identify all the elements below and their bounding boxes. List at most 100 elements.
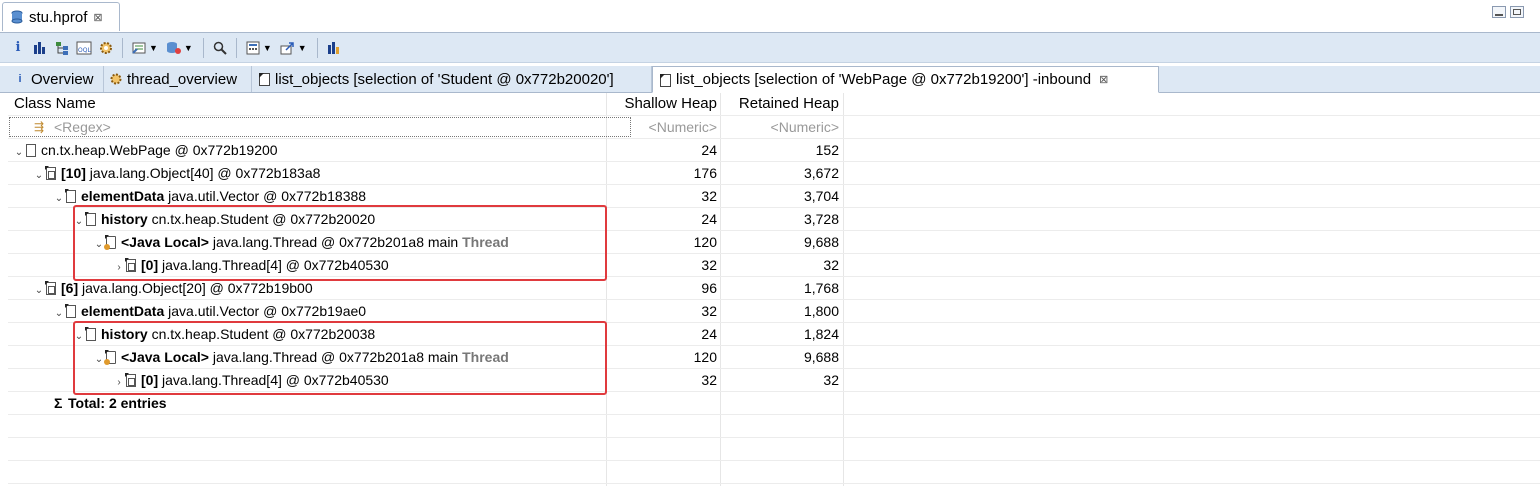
regex-filter-input[interactable]: ⇶ <Regex> bbox=[8, 116, 632, 138]
chevron-down-icon[interactable]: ▼ bbox=[149, 43, 158, 53]
row-prefix: elementData bbox=[81, 188, 165, 204]
row-name: java.util.Vector @ 0x772b19ae0 bbox=[164, 303, 367, 319]
svg-text:OQL: OQL bbox=[78, 47, 91, 54]
objects-tree-table: Class Name Shallow Heap Retained Heap ⇶ … bbox=[8, 93, 1540, 486]
gear-icon bbox=[110, 73, 122, 85]
row-name: java.lang.Object[20] @ 0x772b19b00 bbox=[78, 280, 313, 296]
filter-icon: ⇶ bbox=[34, 120, 45, 134]
retained-value: 9,688 bbox=[803, 234, 839, 250]
empty-row bbox=[8, 438, 1540, 461]
list-objects-icon bbox=[258, 73, 270, 86]
retained-value: 3,704 bbox=[803, 188, 839, 204]
thread-gear-icon[interactable] bbox=[96, 38, 116, 58]
regex-placeholder: <Regex> bbox=[54, 119, 111, 135]
editor-tab-stu-hprof[interactable]: stu.hprof ⊠ bbox=[2, 2, 120, 31]
table-row[interactable]: ⌄ elementData java.util.Vector @ 0x772b19… bbox=[8, 300, 1540, 323]
retained-value: 152 bbox=[815, 142, 839, 158]
chevron-down-icon[interactable]: ▼ bbox=[184, 43, 193, 53]
expand-toggle[interactable]: ⌄ bbox=[12, 142, 26, 161]
toolbar-separator bbox=[235, 37, 237, 58]
shallow-value: 32 bbox=[701, 257, 717, 273]
dominator-tree-icon[interactable] bbox=[52, 38, 72, 58]
retained-value: 1,824 bbox=[803, 326, 839, 342]
header-class-name[interactable]: Class Name bbox=[8, 93, 612, 115]
retained-value: 32 bbox=[823, 372, 839, 388]
row-name: java.util.Vector @ 0x772b18388 bbox=[164, 188, 367, 204]
expand-toggle[interactable]: ⌄ bbox=[32, 165, 46, 184]
shallow-filter-input[interactable]: <Numeric> bbox=[607, 116, 717, 138]
object-icon bbox=[65, 304, 76, 318]
shallow-value: 120 bbox=[693, 234, 717, 250]
array-icon bbox=[45, 166, 56, 180]
result-tab-bar: i Overview thread_overview list_objects … bbox=[0, 66, 1540, 93]
info-icon: i bbox=[18, 73, 22, 85]
table-header: Class Name Shallow Heap Retained Heap bbox=[8, 93, 1540, 116]
query-browser-icon[interactable] bbox=[129, 38, 149, 58]
shallow-value: 96 bbox=[701, 280, 717, 296]
empty-row bbox=[8, 461, 1540, 484]
info-icon[interactable]: i bbox=[8, 38, 28, 58]
header-retained-heap[interactable]: Retained Heap bbox=[721, 93, 839, 115]
expand-toggle[interactable]: ⌄ bbox=[52, 303, 66, 322]
shallow-value: 176 bbox=[693, 165, 717, 181]
shallow-value: 120 bbox=[693, 349, 717, 365]
empty-row bbox=[8, 415, 1540, 438]
tab-label: list_objects [selection of 'WebPage @ 0x… bbox=[676, 71, 1092, 88]
tab-overview[interactable]: i Overview bbox=[8, 66, 104, 92]
search-icon[interactable] bbox=[210, 38, 230, 58]
retained-value: 32 bbox=[823, 257, 839, 273]
toolbar-separator bbox=[202, 37, 204, 58]
chevron-down-icon[interactable]: ▼ bbox=[298, 43, 307, 53]
histogram-icon[interactable] bbox=[30, 38, 50, 58]
row-prefix: elementData bbox=[81, 303, 165, 319]
expand-toggle[interactable]: ⌄ bbox=[32, 280, 46, 299]
retained-value: 1,768 bbox=[803, 280, 839, 296]
header-shallow-heap[interactable]: Shallow Heap bbox=[607, 93, 717, 115]
heap-dump-icon[interactable] bbox=[164, 38, 184, 58]
oql-icon[interactable]: OQL bbox=[74, 38, 94, 58]
expand-toggle[interactable]: ⌄ bbox=[52, 188, 66, 207]
highlight-box bbox=[73, 205, 607, 281]
tab-list-objects-webpage-inbound[interactable]: list_objects [selection of 'WebPage @ 0x… bbox=[652, 66, 1159, 93]
database-icon bbox=[11, 10, 23, 24]
shallow-value: 32 bbox=[701, 188, 717, 204]
table-row[interactable]: ⌄ [10] java.lang.Object[40] @ 0x772b183a8… bbox=[8, 162, 1540, 185]
toolbar-separator bbox=[122, 37, 123, 58]
editor-tab-title: stu.hprof bbox=[29, 8, 88, 26]
editor-tab-bar: stu.hprof ⊠ bbox=[0, 0, 1540, 33]
tab-label: list_objects [selection of 'Student @ 0x… bbox=[275, 70, 614, 88]
group-icon[interactable] bbox=[324, 38, 344, 58]
total-label: Total: 2 entries bbox=[68, 395, 167, 411]
total-row: Σ Total: 2 entries bbox=[8, 392, 1540, 415]
export-icon[interactable] bbox=[278, 38, 298, 58]
shallow-value: 32 bbox=[701, 303, 717, 319]
maximize-button[interactable] bbox=[1510, 6, 1524, 18]
toolbar-separator bbox=[316, 37, 318, 58]
toolbar: i OQL ▼ ▼ ▼ ▼ bbox=[0, 33, 1540, 63]
retained-filter-input[interactable]: <Numeric> bbox=[721, 116, 839, 138]
row-prefix: [6] bbox=[61, 280, 79, 296]
tab-label: Overview bbox=[31, 70, 94, 88]
retained-value: 3,728 bbox=[803, 211, 839, 227]
tab-label: thread_overview bbox=[127, 70, 238, 88]
close-icon[interactable]: ⊠ bbox=[93, 11, 102, 24]
highlight-box bbox=[73, 321, 607, 395]
row-prefix: [10] bbox=[61, 165, 86, 181]
table-row[interactable]: ⌄ cn.tx.heap.WebPage @ 0x772b19200 24 152 bbox=[8, 139, 1540, 162]
shallow-value: 24 bbox=[701, 142, 717, 158]
object-icon bbox=[65, 189, 76, 203]
sigma-icon: Σ bbox=[54, 395, 63, 411]
row-name: cn.tx.heap.WebPage @ 0x772b19200 bbox=[41, 142, 278, 158]
filter-row: ⇶ <Regex> <Numeric> <Numeric> bbox=[8, 116, 1540, 139]
tab-list-objects-student[interactable]: list_objects [selection of 'Student @ 0x… bbox=[252, 66, 652, 92]
shallow-value: 32 bbox=[701, 372, 717, 388]
retained-value: 1,800 bbox=[803, 303, 839, 319]
tab-thread-overview[interactable]: thread_overview bbox=[104, 66, 252, 92]
object-icon bbox=[26, 144, 36, 157]
close-icon[interactable]: ⊠ bbox=[1099, 73, 1108, 86]
minimize-button[interactable] bbox=[1492, 6, 1506, 18]
chevron-down-icon[interactable]: ▼ bbox=[263, 43, 272, 53]
calculator-icon[interactable] bbox=[243, 38, 263, 58]
shallow-value: 24 bbox=[701, 211, 717, 227]
row-name: java.lang.Object[40] @ 0x772b183a8 bbox=[85, 165, 321, 181]
